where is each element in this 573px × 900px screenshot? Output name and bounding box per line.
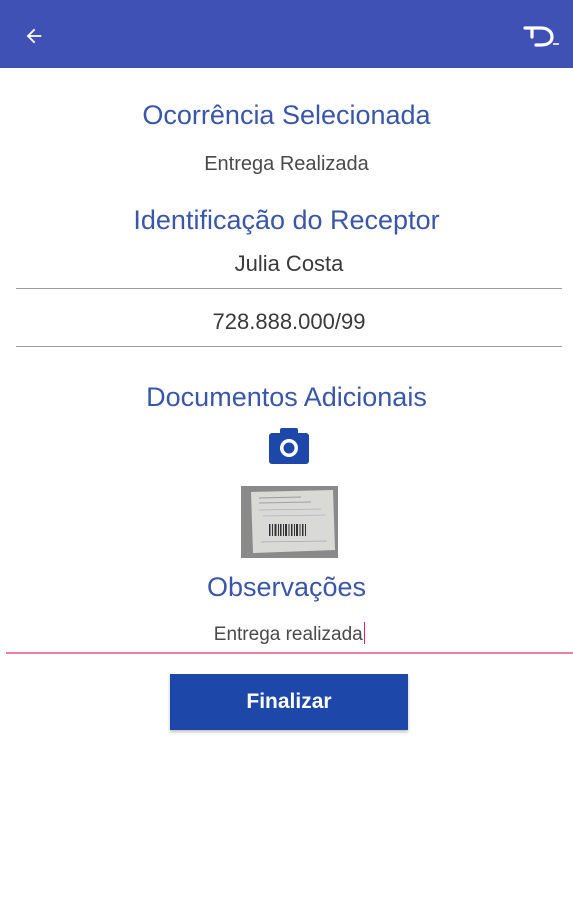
observacoes-input[interactable]: Entrega realizada — [6, 620, 573, 654]
back-button[interactable] — [18, 20, 50, 52]
receptor-document-field[interactable]: 728.888.000/99 — [16, 303, 562, 347]
ocorrencia-value: Entrega Realizada — [204, 153, 369, 175]
observacoes-value: Entrega realizada — [213, 624, 363, 645]
document-photo-thumbnail[interactable] — [241, 486, 338, 558]
receptor-name-value: Julia Costa — [234, 251, 344, 276]
receptor-title: Identificação do Receptor — [133, 205, 440, 235]
camera-icon — [269, 428, 309, 464]
arrow-left-icon — [26, 28, 42, 44]
finalizar-button[interactable]: Finalizar — [170, 674, 408, 730]
receptor-name-field[interactable]: Julia Costa — [16, 245, 562, 289]
document-photo-image — [241, 486, 338, 558]
app-logo-button[interactable] — [523, 22, 563, 50]
text-cursor — [363, 622, 366, 644]
app-logo-icon — [523, 26, 559, 47]
receptor-document-value: 728.888.000/99 — [212, 309, 366, 334]
camera-button[interactable] — [268, 427, 310, 465]
observacoes-title: Observações — [206, 572, 367, 602]
documentos-title: Documentos Adicionais — [146, 382, 427, 412]
ocorrencia-title: Ocorrência Selecionada — [142, 100, 431, 130]
app-bar — [0, 0, 573, 68]
